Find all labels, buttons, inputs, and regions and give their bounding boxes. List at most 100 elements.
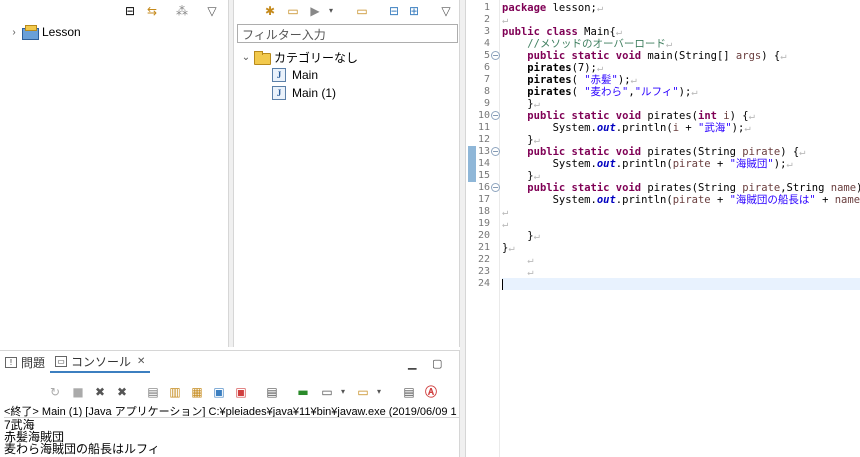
stop-icon[interactable]: ■: [70, 385, 86, 399]
code-line: ↵: [502, 206, 509, 218]
line-number: 3: [483, 26, 490, 37]
tab-label: 問題: [21, 355, 46, 370]
new-folder-icon[interactable]: ▭: [354, 4, 370, 18]
code-line: ↵: [502, 14, 509, 26]
tree-item-main-1[interactable]: J Main (1): [270, 84, 336, 102]
console-tab-bar: ! 問題 ▭ コンソール ✕: [0, 351, 459, 373]
expand-arrow-icon[interactable]: ›: [8, 27, 20, 38]
code-line: pirates( "麦わら","ルフィ");↵: [527, 86, 698, 98]
chevron-down-icon[interactable]: ▾: [323, 4, 339, 18]
line-number: 20: [477, 230, 490, 241]
code-line: }↵: [502, 242, 515, 254]
package-explorer-toolbar: ⊟ ⇆ ⁂ ▽: [0, 0, 228, 22]
line-number-gutter: 1 2 3 4 5 6 7 8 9 10 11 12 13 14 15 16 1…: [466, 0, 500, 457]
console-toolbar: ↻ ■ ✖ ✖ ▤ ▥ ▦ ▣ ▣ ▤ ▬ ▭ ▾ ▭ ▾ ▤ Ⓐ: [39, 381, 459, 401]
clear-console-icon[interactable]: ▤: [145, 385, 161, 399]
chevron-down-icon[interactable]: ▽: [204, 4, 220, 18]
view-filter-icon[interactable]: ⁂: [174, 4, 190, 18]
code-line: public static void pirates(int i) {↵: [527, 110, 755, 122]
remove-launch-icon[interactable]: ✖: [92, 385, 108, 399]
line-number: 4: [483, 38, 490, 49]
code-line: System.out.println(i + "武海");↵: [502, 122, 751, 134]
line-number: 11: [477, 122, 490, 133]
close-icon[interactable]: ✕: [137, 356, 145, 367]
collapse-all-icon[interactable]: ⊟: [386, 4, 402, 18]
new-class-icon[interactable]: ✱: [262, 4, 278, 18]
display-console-icon[interactable]: ▬: [295, 385, 311, 399]
maximize-icon[interactable]: ▢: [432, 357, 442, 370]
ant-icon[interactable]: Ⓐ: [423, 385, 439, 399]
code-line: System.out.println(pirate + "海賊団");↵: [502, 158, 793, 170]
java-file-icon: J: [272, 68, 286, 82]
tree-item-label: Lesson: [42, 25, 81, 39]
code-editor[interactable]: 1 2 3 4 5 6 7 8 9 10 11 12 13 14 15 16 1…: [465, 0, 860, 457]
code-line: package lesson;↵: [502, 2, 604, 14]
line-number: 23: [477, 266, 490, 277]
package-explorer-panel: ⊟ ⇆ ⁂ ▽ › Lesson: [0, 0, 229, 347]
tree-item-label: カテゴリーなし: [274, 50, 359, 65]
console-output[interactable]: 7武海 赤髪海賊団 麦わら海賊団の船長はルフィ: [4, 417, 459, 457]
open-folder-icon[interactable]: ▭: [285, 4, 301, 18]
info-icon[interactable]: ▤: [401, 385, 417, 399]
code-line: public static void pirates(String pirate…: [527, 146, 806, 158]
expand-all-icon[interactable]: ⊞: [406, 4, 422, 18]
collapse-arrow-icon[interactable]: ⌄: [240, 52, 252, 63]
word-wrap-icon[interactable]: ▦: [189, 385, 205, 399]
code-line: pirates( "赤髪");↵: [527, 74, 637, 86]
code-line: ↵: [527, 266, 534, 278]
show-stdout-icon[interactable]: ▣: [211, 385, 227, 399]
fold-toggle-icon[interactable]: −: [491, 111, 500, 120]
tab-console[interactable]: ▭ コンソール ✕: [50, 351, 151, 373]
line-number: 5: [483, 50, 490, 61]
chevron-down-icon[interactable]: ▾: [371, 385, 387, 399]
line-number: 10: [477, 110, 490, 121]
pin-console-icon[interactable]: ▤: [264, 385, 280, 399]
line-number: 15: [477, 170, 490, 181]
line-number: 7: [483, 74, 490, 85]
tab-problems[interactable]: ! 問題: [0, 351, 50, 373]
console-panel: ! 問題 ▭ コンソール ✕ ▁ ▢ ↻ ■ ✖ ✖ ▤ ▥ ▦ ▣ ▣ ▤ ▬…: [0, 350, 460, 457]
link-editor-icon[interactable]: ⇆: [144, 4, 160, 18]
scroll-lock-icon[interactable]: ▥: [167, 385, 183, 399]
code-line: public class Main{↵: [502, 26, 623, 38]
code-line: ↵: [502, 218, 509, 230]
tree-item-lesson[interactable]: › Lesson: [8, 23, 81, 41]
code-line: }↵: [502, 98, 540, 110]
code-line: ↵: [527, 254, 534, 266]
code-line: }↵: [502, 230, 540, 242]
current-code-line: [502, 278, 860, 290]
line-number: 12: [477, 134, 490, 145]
line-number: 18: [477, 206, 490, 217]
fold-toggle-icon[interactable]: −: [491, 147, 500, 156]
tree-item-main[interactable]: J Main: [270, 66, 318, 84]
code-text-area[interactable]: package lesson;↵ ↵ public class Main{↵ /…: [502, 0, 860, 457]
minimize-icon[interactable]: ▁: [408, 357, 416, 370]
outline-toolbar: ✱ ▭ ▶ ▾ ▭ ⊟ ⊞ ▽: [234, 0, 459, 22]
tree-item-label: Main (1): [292, 86, 337, 100]
collapse-all-icon[interactable]: ⊟: [122, 4, 138, 18]
fold-toggle-icon[interactable]: −: [491, 183, 500, 192]
chevron-down-icon[interactable]: ▽: [438, 4, 454, 18]
remove-all-icon[interactable]: ✖: [114, 385, 130, 399]
line-number: 2: [483, 14, 490, 25]
filter-input[interactable]: フィルター入力: [237, 24, 458, 43]
tab-label: コンソール: [71, 354, 132, 369]
show-stderr-icon[interactable]: ▣: [233, 385, 249, 399]
tree-item-category[interactable]: ⌄ カテゴリーなし: [240, 48, 358, 66]
outline-panel: ✱ ▭ ▶ ▾ ▭ ⊟ ⊞ ▽ フィルター入力 ⌄ カテゴリーなし J Main…: [233, 0, 460, 347]
relaunch-icon[interactable]: ↻: [47, 385, 63, 399]
line-number: 6: [483, 62, 490, 73]
open-console-icon[interactable]: ▭: [319, 385, 335, 399]
console-output-line: 7武海: [4, 418, 35, 432]
line-number: 19: [477, 218, 490, 229]
new-console-icon[interactable]: ▭: [355, 385, 371, 399]
line-number: 21: [477, 242, 490, 253]
java-project-icon: [22, 25, 39, 40]
code-line: System.out.println(pirate + "海賊団の船長は" + …: [502, 194, 860, 206]
fold-toggle-icon[interactable]: −: [491, 51, 500, 60]
code-line: //メソッドのオーバーロード↵: [527, 38, 673, 50]
line-number: 17: [477, 194, 490, 205]
chevron-down-icon[interactable]: ▾: [335, 385, 351, 399]
folder-icon: [254, 51, 271, 65]
run-icon[interactable]: ▶: [307, 4, 323, 18]
